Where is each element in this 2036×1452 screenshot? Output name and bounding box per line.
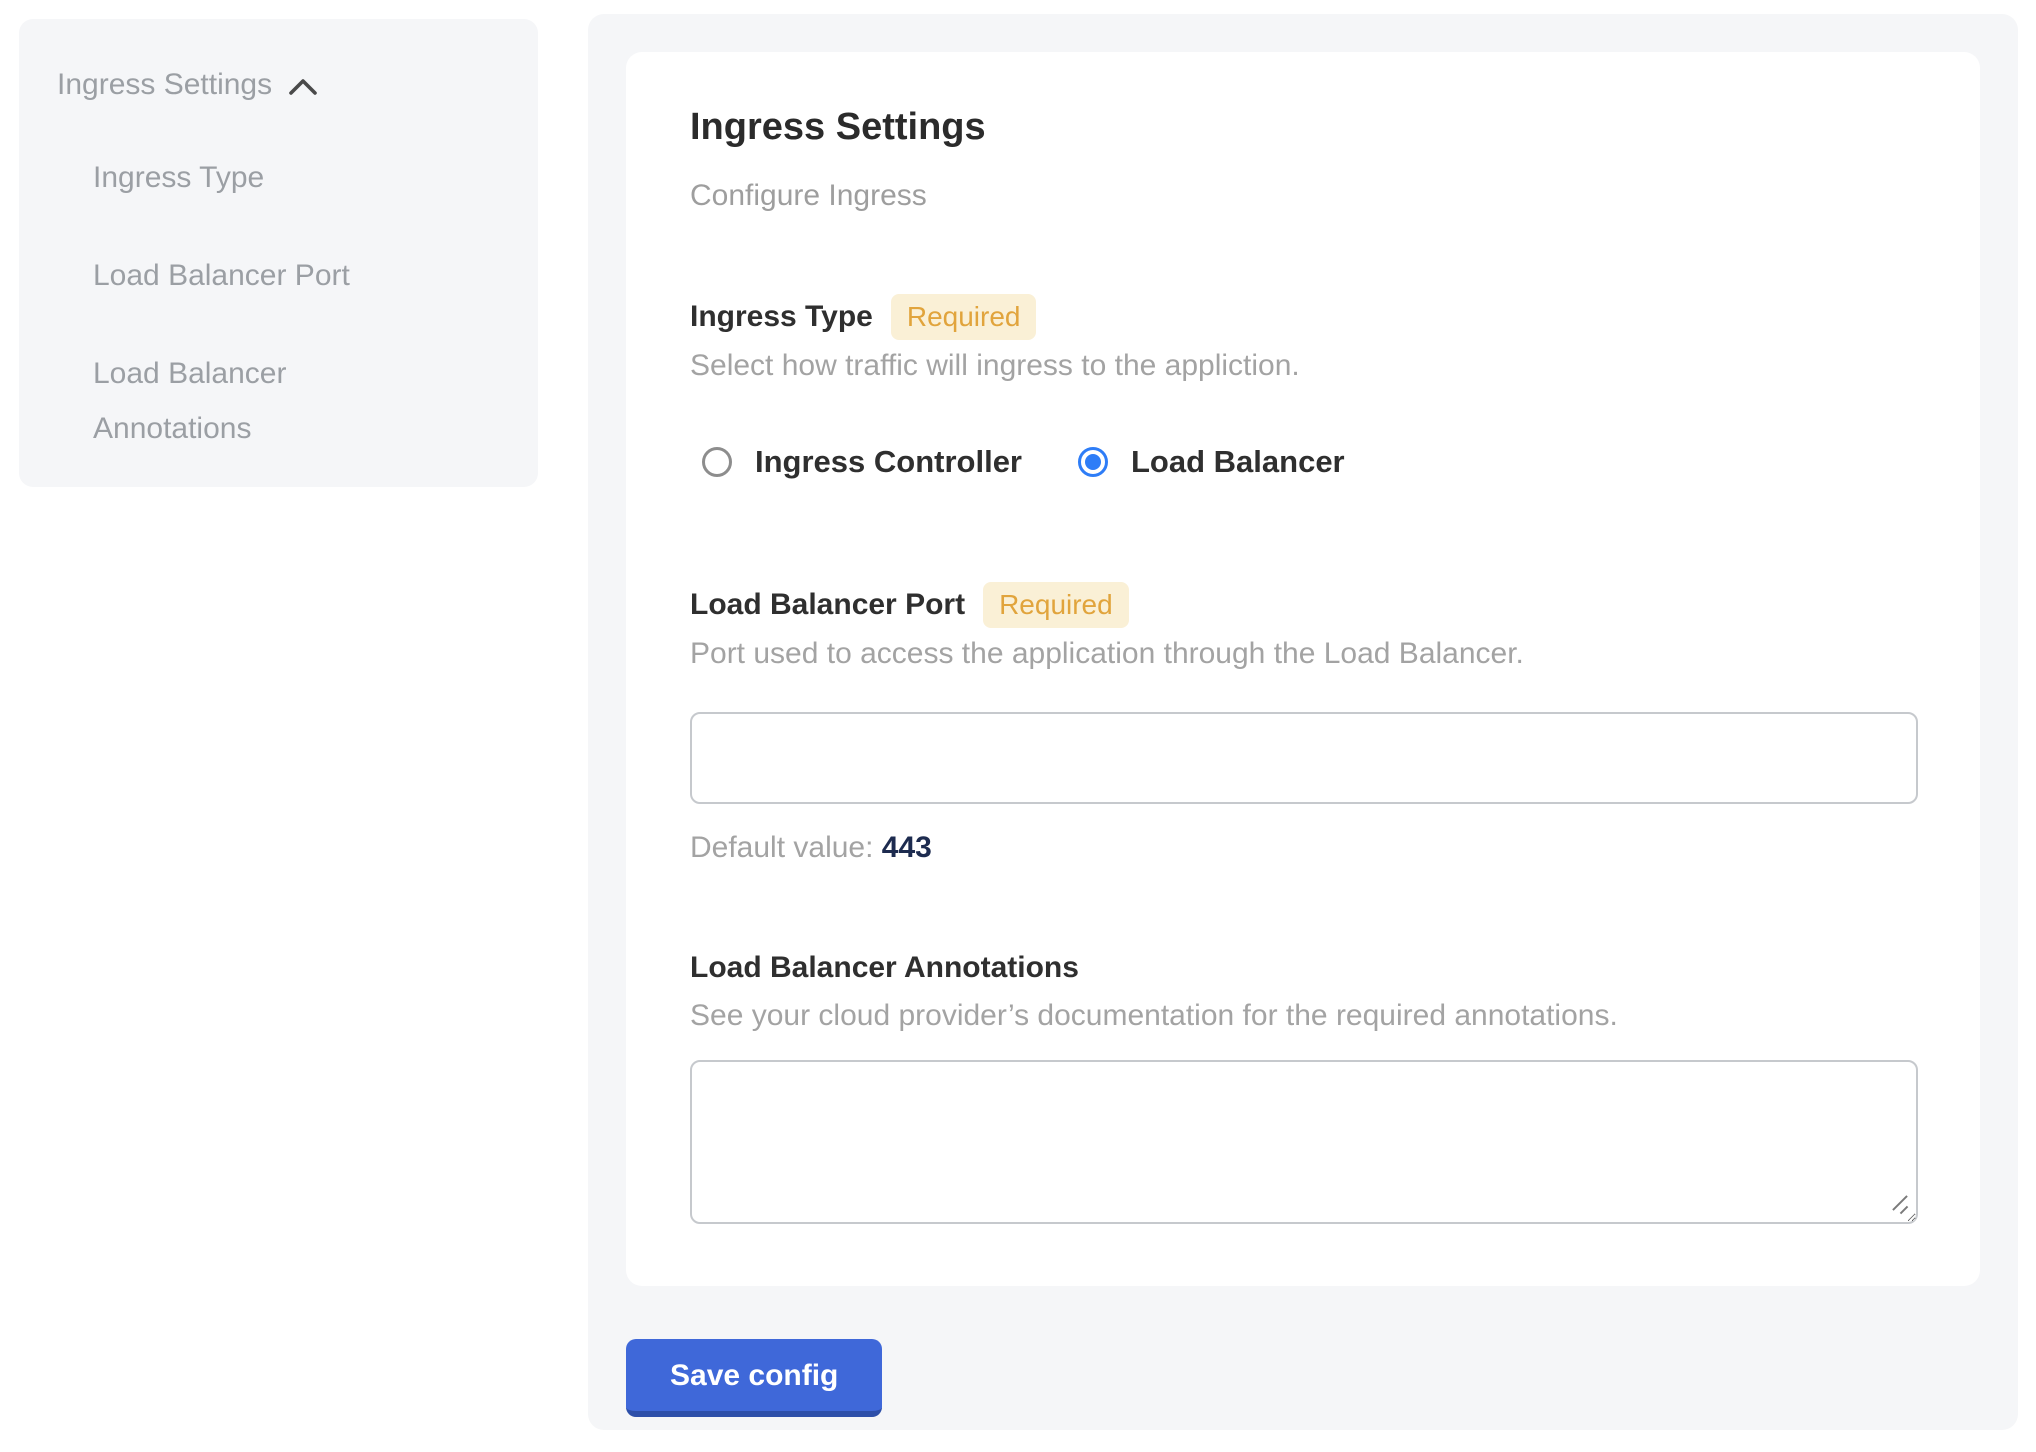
radio-option-ingress-controller[interactable]: Ingress Controller <box>702 440 1022 484</box>
page-subtitle: Configure Ingress <box>690 174 1916 218</box>
section-description-load-balancer-annotations: See your cloud provider’s documentation … <box>690 994 1916 1038</box>
settings-card: Ingress Settings Configure Ingress Ingre… <box>626 52 1980 1286</box>
radio-label-ingress-controller: Ingress Controller <box>755 440 1022 484</box>
sidebar-header-label: Ingress Settings <box>57 63 272 107</box>
default-value-line: Default value: 443 <box>690 826 1916 870</box>
sidebar-item-load-balancer-annotations[interactable]: Load Balancer Annotations <box>93 346 393 456</box>
section-load-balancer-annotations: Load Balancer Annotations See your cloud… <box>690 946 1916 1224</box>
sidebar-header-ingress-settings[interactable]: Ingress Settings <box>57 63 500 107</box>
save-config-button[interactable]: Save config <box>626 1339 882 1417</box>
default-value-label: Default value: <box>690 831 873 864</box>
page-title: Ingress Settings <box>690 104 1916 150</box>
main-panel: Ingress Settings Configure Ingress Ingre… <box>588 14 2018 1430</box>
section-heading-load-balancer-port: Load Balancer Port <box>690 583 965 627</box>
section-description-ingress-type: Select how traffic will ingress to the a… <box>690 344 1916 388</box>
default-value: 443 <box>882 831 932 864</box>
ingress-type-radio-group: Ingress Controller Load Balancer <box>690 440 1916 484</box>
sidebar-nav: Ingress Type Load Balancer Port Load Bal… <box>93 150 500 456</box>
radio-option-load-balancer[interactable]: Load Balancer <box>1078 440 1345 484</box>
chevron-up-icon <box>286 70 320 100</box>
sidebar-item-ingress-type[interactable]: Ingress Type <box>93 150 500 205</box>
sidebar: Ingress Settings Ingress Type Load Balan… <box>19 19 538 487</box>
radio-label-load-balancer: Load Balancer <box>1131 440 1345 484</box>
required-badge: Required <box>983 582 1129 628</box>
required-badge: Required <box>891 294 1037 340</box>
section-heading-load-balancer-annotations: Load Balancer Annotations <box>690 946 1079 990</box>
screen: Ingress Settings Ingress Type Load Balan… <box>0 0 2036 1452</box>
section-description-load-balancer-port: Port used to access the application thro… <box>690 632 1916 676</box>
section-ingress-type: Ingress Type Required Select how traffic… <box>690 294 1916 484</box>
radio-selected-icon <box>1078 447 1108 477</box>
sidebar-item-load-balancer-port[interactable]: Load Balancer Port <box>93 248 500 303</box>
radio-unselected-icon <box>702 447 732 477</box>
section-load-balancer-port: Load Balancer Port Required Port used to… <box>690 582 1916 870</box>
load-balancer-port-input[interactable] <box>690 712 1918 804</box>
load-balancer-annotations-textarea[interactable] <box>690 1060 1918 1224</box>
section-heading-ingress-type: Ingress Type <box>690 295 873 339</box>
